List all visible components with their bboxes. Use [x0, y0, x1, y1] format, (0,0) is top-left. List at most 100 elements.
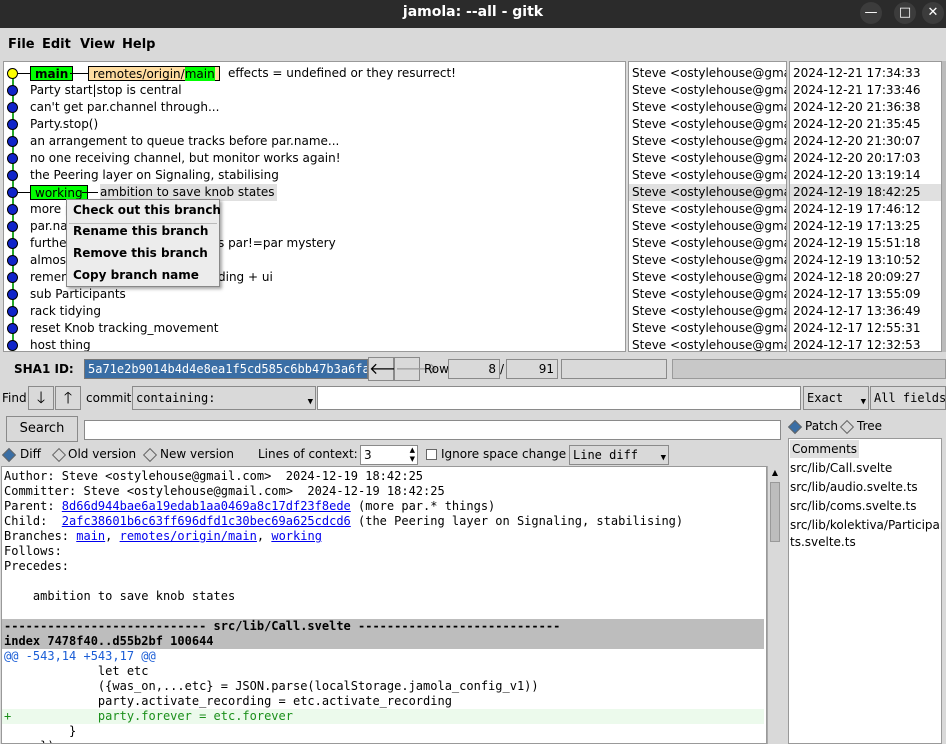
- commit-date[interactable]: 2024-12-18 20:09:27: [793, 269, 920, 286]
- commit-date[interactable]: 2024-12-20 21:35:45: [793, 116, 920, 133]
- menu-item-remove-branch[interactable]: Remove this branch: [73, 244, 208, 262]
- commit-subject-tail[interactable]: ding + ui: [218, 269, 273, 286]
- old-version-radio[interactable]: [51, 447, 67, 463]
- child-sha-link[interactable]: 2afc38601b6c63ff696dfd1c30bec69a625cdcd6: [62, 514, 351, 528]
- parent-sha-link[interactable]: 8d66d944bae6a19edab1aa0469a8c17df23f8ede: [62, 499, 351, 513]
- commit-author[interactable]: Steve <ostylehouse@gmail.: [632, 303, 786, 320]
- commit-node-icon[interactable]: [7, 204, 18, 215]
- branch-tag-working[interactable]: working: [30, 185, 88, 200]
- commit-date[interactable]: 2024-12-19 17:46:12: [793, 201, 920, 218]
- commit-date[interactable]: 2024-12-20 21:30:07: [793, 133, 920, 150]
- commit-subject[interactable]: Party.stop(): [30, 116, 98, 133]
- commit-node-icon[interactable]: [7, 306, 18, 317]
- file-list-pane[interactable]: Comments src/lib/Call.svelte src/lib/audio…: [788, 438, 942, 744]
- commit-date[interactable]: 2024-12-19 17:13:25: [793, 218, 920, 235]
- commit-subject[interactable]: almost: [30, 252, 71, 269]
- file-list-item[interactable]: src/lib/kolektiva/Participan: [790, 516, 941, 534]
- author-list-pane[interactable]: Steve <ostylehouse@gmail. Steve <ostyleho…: [628, 61, 787, 352]
- scroll-thumb[interactable]: [770, 482, 780, 542]
- commit-author[interactable]: Steve <ostylehouse@gmail.: [632, 337, 786, 351]
- commit-date[interactable]: 2024-12-20 20:17:03: [793, 150, 920, 167]
- branch-tag-main[interactable]: main: [30, 66, 74, 81]
- context-lines-spinbox[interactable]: 3 ▲ ▼: [360, 445, 418, 465]
- diff-radio[interactable]: [1, 447, 17, 463]
- commit-date[interactable]: 2024-12-21 17:33:46: [793, 82, 920, 99]
- minimize-button[interactable]: —: [860, 2, 882, 24]
- commit-node-icon[interactable]: [7, 238, 18, 249]
- commit-date[interactable]: 2024-12-19 13:10:52: [793, 252, 920, 269]
- find-up-button[interactable]: 🡑: [55, 386, 81, 410]
- maximize-button[interactable]: □: [894, 2, 916, 24]
- commit-author[interactable]: Steve <ostylehouse@gmail.: [632, 252, 786, 269]
- commit-author[interactable]: Steve <ostylehouse@gmail.: [632, 99, 786, 116]
- commit-node-icon[interactable]: [7, 187, 18, 198]
- commit-date[interactable]: 2024-12-19 15:51:18: [793, 235, 920, 252]
- commit-subject[interactable]: can't get par.channel through...: [30, 99, 219, 116]
- diff-pane[interactable]: Author: Steve <ostylehouse@gmail.com> 20…: [1, 466, 767, 744]
- commit-node-icon[interactable]: [7, 102, 18, 113]
- file-list-item[interactable]: src/lib/Call.svelte: [790, 459, 892, 477]
- find-input[interactable]: [317, 386, 801, 410]
- commit-node-icon[interactable]: [7, 170, 18, 181]
- commit-subject[interactable]: sub Participants: [30, 286, 126, 303]
- commit-subject[interactable]: rack tidying: [30, 303, 101, 320]
- menu-item-copy-branch-name[interactable]: Copy branch name: [73, 266, 199, 284]
- commit-author[interactable]: Steve <ostylehouse@gmail.: [632, 320, 786, 337]
- file-list-item[interactable]: src/lib/audio.svelte.ts: [790, 478, 918, 496]
- commit-subject[interactable]: effects = undefined or they resurrect!: [228, 65, 456, 82]
- find-down-button[interactable]: 🡓: [28, 386, 54, 410]
- find-fields-select[interactable]: All fields: [870, 386, 946, 410]
- commit-author[interactable]: Steve <ostylehouse@gmail.: [632, 235, 786, 252]
- commit-date[interactable]: 2024-12-17 12:55:31: [793, 320, 920, 337]
- forward-button[interactable]: 🡒: [394, 357, 438, 381]
- commit-subject[interactable]: Party start|stop is central: [30, 82, 182, 99]
- commit-date[interactable]: 2024-12-17 13:36:49: [793, 303, 920, 320]
- commit-subject[interactable]: no one receiving channel, but monitor wo…: [30, 150, 341, 167]
- commit-subject-tail[interactable]: s par!=par mystery: [218, 235, 336, 252]
- commit-node-icon[interactable]: [7, 153, 18, 164]
- commit-node-icon[interactable]: [7, 221, 18, 232]
- commit-node-icon[interactable]: [7, 255, 18, 266]
- new-version-radio[interactable]: [142, 447, 158, 463]
- commit-author[interactable]: Steve <ostylehouse@gmail.: [632, 133, 786, 150]
- commit-node-icon[interactable]: [7, 272, 18, 283]
- file-list-item[interactable]: src/lib/coms.svelte.ts: [790, 497, 917, 515]
- commit-author[interactable]: Steve <ostylehouse@gmail.: [632, 150, 786, 167]
- close-button[interactable]: ✕: [922, 2, 944, 24]
- commit-date[interactable]: 2024-12-19 18:42:25: [793, 184, 920, 201]
- commit-node-icon[interactable]: [7, 289, 18, 300]
- find-match-select[interactable]: Exact ▼: [803, 386, 869, 410]
- commit-author[interactable]: Steve <ostylehouse@gmail.: [632, 65, 786, 82]
- commit-node-icon[interactable]: [7, 85, 18, 96]
- commit-subject[interactable]: host thing: [30, 337, 91, 351]
- commit-date[interactable]: 2024-12-20 21:36:38: [793, 99, 920, 116]
- commit-author[interactable]: Steve <ostylehouse@gmail.: [632, 167, 786, 184]
- menu-file[interactable]: File: [8, 37, 35, 52]
- commit-subject[interactable]: an arrangement to queue tracks before pa…: [30, 133, 339, 150]
- commit-subject[interactable]: the Peering layer on Signaling, stabilis…: [30, 167, 279, 184]
- file-list-item[interactable]: ts.svelte.ts: [790, 533, 856, 551]
- commit-node-icon[interactable]: [7, 323, 18, 334]
- commit-list-scrollbar[interactable]: [942, 61, 946, 352]
- commit-author[interactable]: Steve <ostylehouse@gmail.: [632, 201, 786, 218]
- diff-scrollbar[interactable]: ▲: [767, 466, 782, 744]
- branch-link-working[interactable]: working: [271, 529, 322, 543]
- search-input[interactable]: [84, 420, 781, 440]
- commit-subject[interactable]: reset Knob tracking_movement: [30, 320, 218, 337]
- commit-author[interactable]: Steve <ostylehouse@gmail.: [632, 184, 786, 201]
- branch-link-main[interactable]: main: [76, 529, 105, 543]
- spin-arrows-icon[interactable]: ▲ ▼: [410, 446, 415, 464]
- search-button[interactable]: Search: [6, 416, 78, 442]
- menu-help[interactable]: Help: [122, 37, 155, 52]
- diff-mode-select[interactable]: Line diff ▼: [569, 445, 669, 465]
- sha-input[interactable]: 5a71e2b9014b4d4e8ea1f5cd585c6bb47b3a6fa5: [84, 359, 368, 379]
- menu-view[interactable]: View: [80, 37, 115, 52]
- menu-item-rename-branch[interactable]: Rename this branch: [73, 222, 208, 240]
- commit-date[interactable]: 2024-12-20 13:19:14: [793, 167, 920, 184]
- menu-item-checkout-branch[interactable]: Check out this branch: [73, 201, 221, 219]
- commit-date[interactable]: 2024-12-21 17:34:33: [793, 65, 920, 82]
- commit-author[interactable]: Steve <ostylehouse@gmail.: [632, 269, 786, 286]
- commit-author[interactable]: Steve <ostylehouse@gmail.: [632, 286, 786, 303]
- commit-date[interactable]: 2024-12-17 13:55:09: [793, 286, 920, 303]
- menu-edit[interactable]: Edit: [42, 37, 71, 52]
